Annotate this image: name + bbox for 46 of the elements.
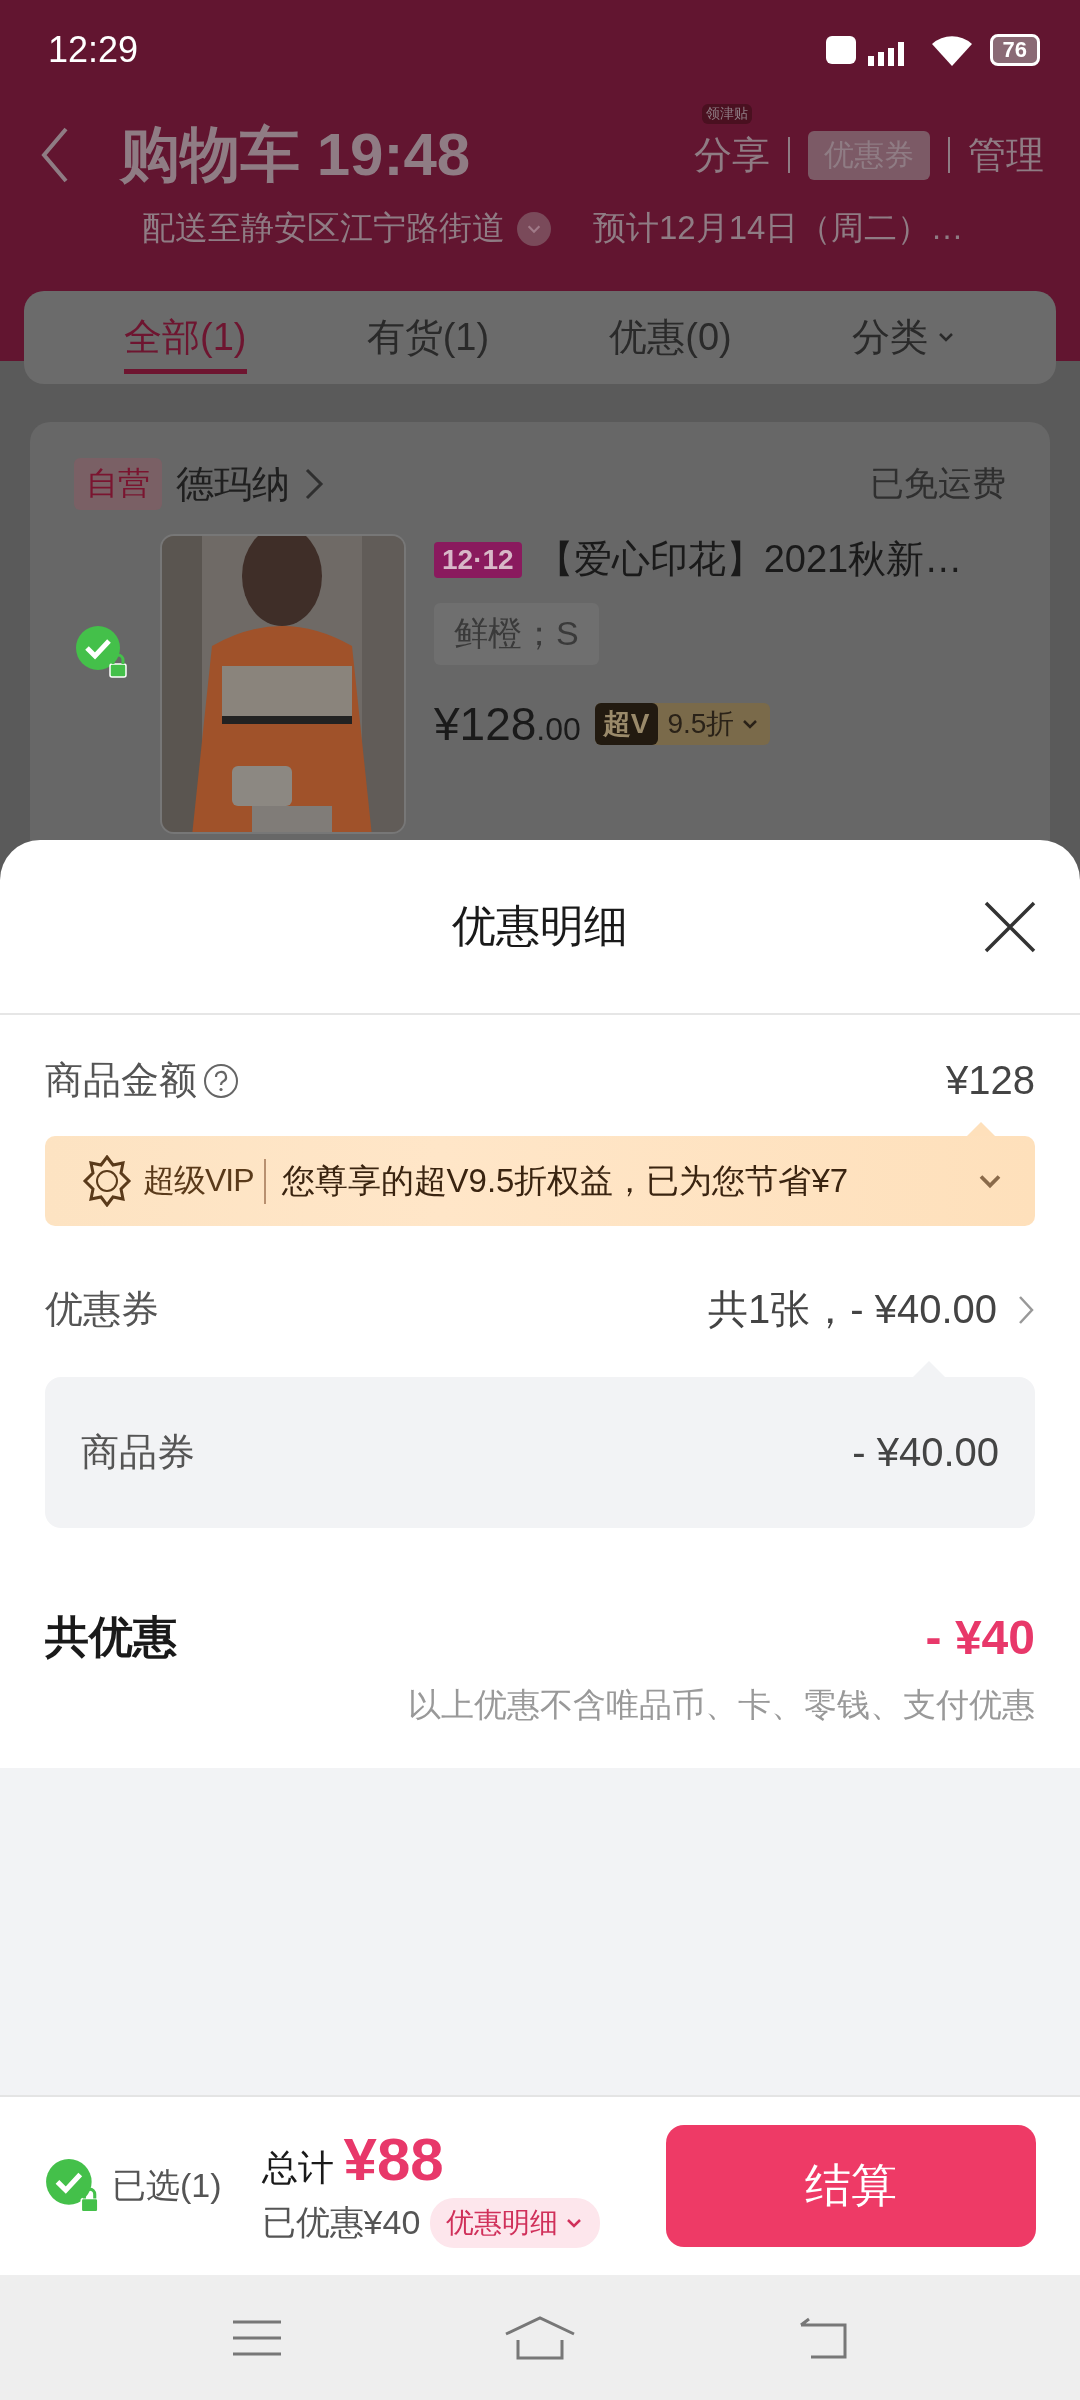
home-button[interactable] [504,2315,576,2360]
discount-detail-button[interactable]: 优惠明细 [430,2197,601,2248]
total-discount-label: 共优惠 [45,1611,177,1663]
page-title: 购物车 19:48 [120,119,472,190]
store-name[interactable]: 德玛纳 [176,458,290,510]
vip-savings-text: 您尊享的超V9.5折权益，已为您节省¥7 [263,1158,965,1204]
filter-tab[interactable]: 有货(1) [366,301,490,374]
coupon-summary[interactable]: 共1张，- ¥40.00 [707,1282,997,1337]
filter-tab[interactable]: 分类 [851,301,956,374]
product-title[interactable]: 【爱心印花】2021秋新… [535,534,963,585]
vip-banner[interactable]: 超级VIP 您尊享的超V9.5折权益，已为您节省¥7 [45,1136,1035,1226]
self-operated-tag: 自营 [74,458,162,510]
total-price: ¥88 [343,2124,444,2194]
product-price: ¥128.00 [434,697,581,751]
vip-discount-tag[interactable]: 超V 9.5折 [594,703,771,745]
address-dropdown[interactable] [517,211,551,246]
total-discount-amount: - ¥40 [925,1610,1035,1665]
delivery-address[interactable]: 配送至静安区江宁路街道 [142,206,505,251]
filter-tab[interactable]: 全部(1) [124,301,247,374]
total-label: 总计 [261,2145,334,2190]
discount-note: 以上优惠不含唯品币、卡、零钱、支付优惠 [408,1685,1035,1725]
free-shipping-label: 已免运费 [870,463,1006,504]
coupon-label: 优惠券 [45,1287,159,1332]
delivery-estimate: 预计12月14日（周二）… [593,208,964,248]
back-nav-button[interactable] [797,2316,850,2359]
coupon-amount: - ¥40.00 [852,1430,999,1475]
promo-badge: 12·12 [434,541,522,578]
goods-amount-label: 商品金额 [45,1058,197,1103]
chevron-right-icon [304,467,324,501]
back-button[interactable] [40,125,70,185]
status-time: 12:29 [48,29,139,71]
vip-brand: 超级VIP [143,1161,254,1200]
selected-count: 已选(1) [112,2165,222,2206]
header-action[interactable]: 管理 [968,129,1044,181]
help-icon[interactable] [203,1062,239,1099]
filter-tab[interactable]: 优惠(0) [609,301,732,374]
battery-icon: 76 [989,34,1040,66]
goods-amount: ¥128 [946,1058,1035,1103]
sheet-title: 优惠明细 [452,900,628,952]
saved-amount: 已优惠¥40 [261,2201,421,2243]
checked-lock-icon[interactable] [74,624,130,680]
promo-badge: 领津贴 [702,103,752,124]
header-action[interactable]: 分享 [694,129,770,181]
coupon-type: 商品券 [81,1430,195,1475]
checkout-button[interactable]: 结算 [666,2125,1036,2247]
vip-badge-icon [81,1155,133,1207]
